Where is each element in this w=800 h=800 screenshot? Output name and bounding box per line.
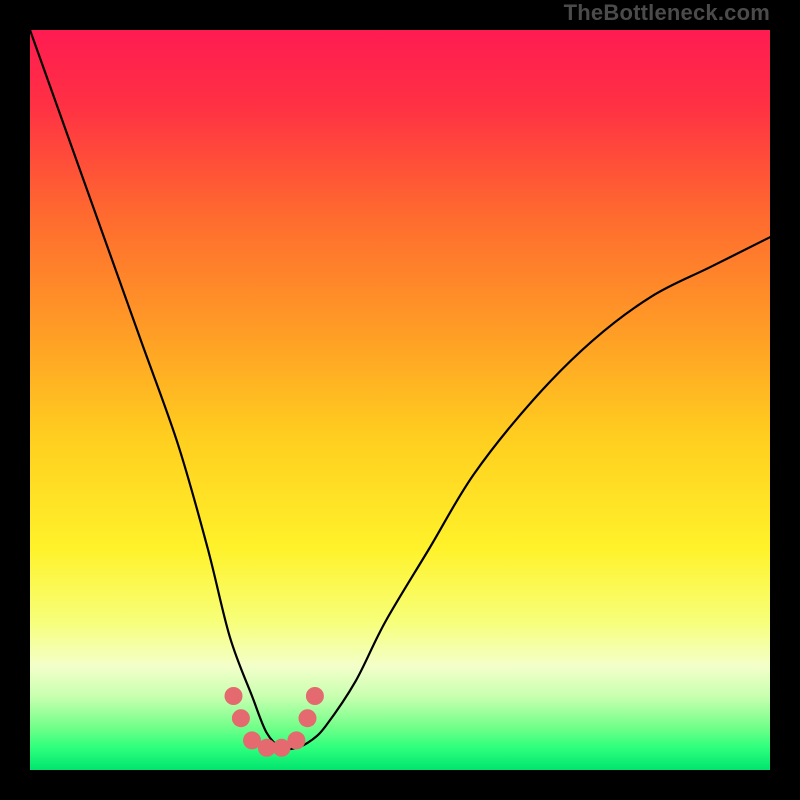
plot-area <box>30 30 770 770</box>
chart-frame: TheBottleneck.com <box>0 0 800 800</box>
watermark-text: TheBottleneck.com <box>564 0 770 26</box>
background-gradient <box>30 30 770 770</box>
